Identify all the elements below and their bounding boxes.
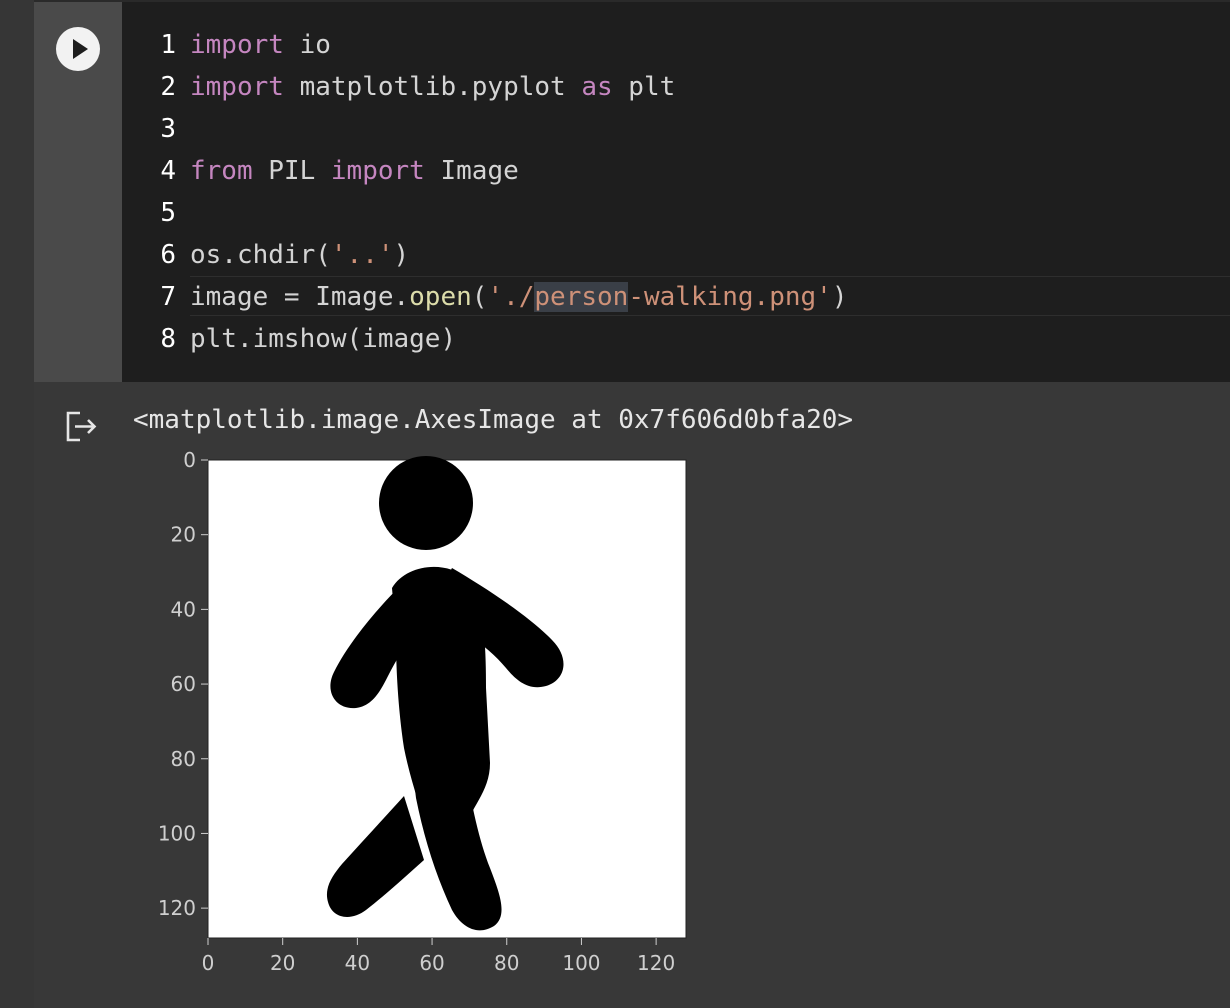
code-token: person xyxy=(534,282,629,312)
line-code: plt.imshow(image) xyxy=(190,318,456,360)
line-number: 2 xyxy=(160,72,176,102)
figure-head xyxy=(379,456,473,550)
y-tick-label: 20 xyxy=(171,523,196,547)
code-cell: 1 import io 2 import matplotlib.pyplot as p… xyxy=(34,0,1230,1008)
line-code: from PIL import Image xyxy=(190,150,519,192)
line-code: import matplotlib.pyplot as plt xyxy=(190,66,675,108)
code-token: -walking.png' xyxy=(628,282,832,312)
y-tick-label: 60 xyxy=(171,672,196,696)
code-token: import xyxy=(330,156,425,186)
x-tick-label: 60 xyxy=(419,951,444,975)
x-tick-label: 100 xyxy=(562,951,600,975)
y-axis-ticks: 0 20 40 60 80 100 120 xyxy=(158,448,208,920)
line-number: 8 xyxy=(160,324,176,354)
line-number: 6 xyxy=(160,240,176,270)
cell-gutter xyxy=(34,2,122,382)
x-tick-label: 80 xyxy=(494,951,519,975)
x-tick-label: 120 xyxy=(637,951,675,975)
code-line[interactable]: 6 os.chdir('..') xyxy=(122,234,1230,276)
x-tick-label: 40 xyxy=(345,951,370,975)
code-line[interactable]: 5 xyxy=(122,192,1230,234)
code-token: '..' xyxy=(330,240,394,270)
code-token: os.chdir( xyxy=(190,240,331,270)
plot-axes: 0 20 40 60 80 100 120 0 20 40 60 80 100 120 xyxy=(158,448,687,975)
code-token: ( xyxy=(471,282,488,312)
code-token: import xyxy=(190,72,284,102)
line-number: 4 xyxy=(160,156,176,186)
code-token: plt.imshow(image) xyxy=(190,324,457,354)
line-number: 7 xyxy=(160,282,176,312)
code-token: from xyxy=(190,156,253,186)
output-text: <matplotlib.image.AxesImage at 0x7f606d0… xyxy=(133,405,854,435)
code-token: PIL xyxy=(252,156,331,186)
code-line[interactable]: 2 import matplotlib.pyplot as plt xyxy=(122,66,1230,108)
line-number: 1 xyxy=(160,30,176,60)
code-token: open xyxy=(409,282,472,312)
run-cell-button[interactable] xyxy=(56,27,100,71)
code-token: as xyxy=(581,72,613,102)
line-number: 5 xyxy=(160,198,176,228)
code-token: ) xyxy=(393,240,410,270)
x-tick-label: 20 xyxy=(270,951,295,975)
code-token: plt xyxy=(612,72,676,102)
code-token: matplotlib.pyplot xyxy=(283,72,582,102)
imshow-plot: 0 20 40 60 80 100 120 0 20 40 60 80 100 120 xyxy=(158,448,687,975)
code-token: io xyxy=(283,30,331,60)
line-code: os.chdir('..') xyxy=(190,234,409,276)
y-tick-label: 0 xyxy=(183,448,196,472)
play-icon xyxy=(73,39,88,59)
code-token: image = Image. xyxy=(190,282,410,312)
y-tick-label: 100 xyxy=(158,821,196,845)
code-line[interactable]: 3 xyxy=(122,108,1230,150)
code-line[interactable]: 4 from PIL import Image xyxy=(122,150,1230,192)
y-tick-label: 80 xyxy=(171,747,196,771)
code-token: import xyxy=(190,30,284,60)
line-code: image = Image.open('./person-walking.png… xyxy=(190,276,847,318)
line-number: 3 xyxy=(160,114,176,144)
code-editor[interactable]: 1 import io 2 import matplotlib.pyplot as p… xyxy=(122,2,1230,382)
code-line[interactable]: 8 plt.imshow(image) xyxy=(122,318,1230,360)
code-token: Image xyxy=(424,156,519,186)
y-tick-label: 120 xyxy=(158,896,196,920)
line-code: import io xyxy=(190,24,331,66)
cell-output: <matplotlib.image.AxesImage at 0x7f606d0… xyxy=(34,382,1230,1008)
code-line[interactable]: 7 image = Image.open('./person-walking.pn… xyxy=(122,276,1230,318)
x-axis-ticks: 0 20 40 60 80 100 120 xyxy=(202,938,675,975)
y-tick-label: 40 xyxy=(171,597,196,621)
code-line[interactable]: 1 import io xyxy=(122,24,1230,66)
output-icon[interactable] xyxy=(62,406,102,446)
x-tick-label: 0 xyxy=(202,951,215,975)
code-token: './ xyxy=(487,282,535,312)
code-token: ) xyxy=(831,282,848,312)
cell-selection-strip xyxy=(0,0,34,1008)
notebook-page: 1 import io 2 import matplotlib.pyplot as p… xyxy=(0,0,1230,1008)
